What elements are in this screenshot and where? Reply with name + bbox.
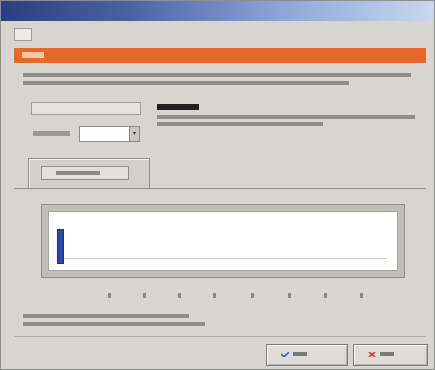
scale-tick xyxy=(178,293,181,298)
scale-tick xyxy=(108,293,111,298)
hint-line xyxy=(23,314,189,318)
ok-button-label xyxy=(293,352,307,356)
scale-tick xyxy=(360,293,363,298)
tab-inner-frame xyxy=(41,166,129,180)
combo-dropdown-icon[interactable]: ▾ xyxy=(129,127,139,141)
title-bar[interactable] xyxy=(1,1,434,21)
description-line xyxy=(23,81,349,85)
options-caption xyxy=(157,104,199,110)
section-header xyxy=(14,48,426,63)
scale-tick xyxy=(251,293,254,298)
scale-tick xyxy=(143,293,146,298)
hint-line xyxy=(23,322,205,326)
options-group-label xyxy=(31,102,141,115)
settings-combo[interactable]: ▾ xyxy=(79,126,140,142)
track-frame xyxy=(41,204,405,278)
dialog-window: ▾ xyxy=(0,0,435,370)
scale-tick xyxy=(288,293,291,298)
menu-item-file[interactable] xyxy=(14,28,32,41)
combo-label xyxy=(33,131,70,136)
tab-label xyxy=(56,171,100,175)
slider-handle[interactable] xyxy=(57,229,64,264)
section-header-label xyxy=(22,52,44,58)
track-area[interactable] xyxy=(48,211,398,271)
options-info-line xyxy=(157,122,323,126)
scale-tick xyxy=(324,293,327,298)
ok-button[interactable] xyxy=(266,344,348,366)
description-line xyxy=(23,73,411,77)
track-baseline xyxy=(59,258,387,259)
cancel-button-label xyxy=(380,352,394,356)
tab-main[interactable] xyxy=(28,158,150,189)
tab-panel-border xyxy=(14,188,426,189)
check-icon xyxy=(281,352,289,357)
cancel-button[interactable] xyxy=(353,344,428,366)
scale-tick xyxy=(213,293,216,298)
close-icon xyxy=(368,352,376,357)
footer-divider xyxy=(14,336,426,337)
options-info-line xyxy=(157,115,415,119)
